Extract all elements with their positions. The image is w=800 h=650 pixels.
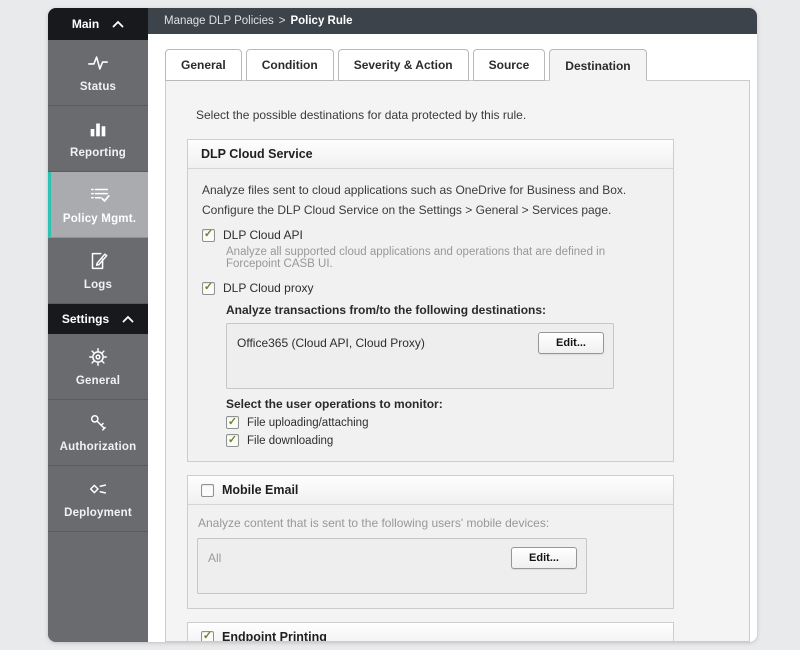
file-downloading-row: File downloading [226, 434, 659, 447]
sidebar-item-label: General [76, 375, 120, 387]
sidebar: Main Status Reporting Policy Mgmt. [48, 8, 148, 642]
tab-source[interactable]: Source [473, 49, 546, 81]
file-uploading-checkbox[interactable] [226, 416, 239, 429]
destination-tab-panel: Select the possible destinations for dat… [165, 80, 750, 642]
note-pencil-icon [87, 250, 109, 272]
dlp-cloud-api-row: DLP Cloud API [202, 228, 659, 242]
section-header: DLP Cloud Service [188, 140, 673, 169]
section-body: Analyze content that is sent to the foll… [188, 505, 673, 608]
chevron-up-icon [112, 20, 124, 28]
dlp-cloud-proxy-row: DLP Cloud proxy [202, 281, 659, 295]
section-endpoint-printing: Endpoint Printing Analyze files that are… [187, 622, 674, 642]
sidebar-item-deployment[interactable]: Deployment [48, 466, 148, 532]
sidebar-item-status[interactable]: Status [48, 40, 148, 106]
panel-intro-text: Select the possible destinations for dat… [196, 108, 749, 122]
section-title: DLP Cloud Service [201, 147, 313, 161]
section-header: Mobile Email [188, 476, 673, 505]
sidebar-item-authorization[interactable]: Authorization [48, 400, 148, 466]
mobile-devices-listbox: All Edit... [197, 538, 587, 594]
sidebar-item-label: Authorization [60, 441, 137, 453]
cloud-desc-line2: Configure the DLP Cloud Service on the S… [202, 203, 659, 217]
list-check-icon [89, 184, 111, 206]
sidebar-item-policy-mgmt[interactable]: Policy Mgmt. [48, 172, 148, 238]
activity-icon [87, 52, 109, 74]
app-window: Main Status Reporting Policy Mgmt. [48, 8, 757, 642]
user-operations-label: Select the user operations to monitor: [226, 397, 659, 411]
sidebar-item-label: Reporting [70, 147, 126, 159]
proxy-destinations-label: Analyze transactions from/to the followi… [226, 303, 659, 317]
tab-container: General Condition Severity & Action Sour… [148, 34, 757, 642]
main-area: Manage DLP Policies > Policy Rule Genera… [148, 8, 757, 642]
file-uploading-label: File uploading/attaching [247, 417, 368, 429]
file-downloading-checkbox[interactable] [226, 434, 239, 447]
sidebar-item-label: Status [80, 81, 116, 93]
sidebar-item-label: Logs [84, 279, 112, 291]
dlp-cloud-api-desc: Analyze all supported cloud applications… [226, 246, 659, 270]
sidebar-item-reporting[interactable]: Reporting [48, 106, 148, 172]
sidebar-filler [48, 532, 148, 642]
breadcrumb-parent-link[interactable]: Manage DLP Policies [164, 15, 274, 27]
file-uploading-row: File uploading/attaching [226, 416, 659, 429]
key-icon [87, 412, 109, 434]
sidebar-item-label: Policy Mgmt. [63, 213, 136, 225]
sidebar-group-main-label: Main [72, 17, 99, 31]
sidebar-group-settings-label: Settings [62, 312, 109, 326]
mobile-email-checkbox[interactable] [201, 484, 214, 497]
dlp-cloud-api-label: DLP Cloud API [223, 228, 303, 242]
edit-destinations-button[interactable]: Edit... [538, 332, 604, 354]
cloud-desc-line1: Analyze files sent to cloud applications… [202, 183, 659, 197]
breadcrumb-separator: > [279, 15, 286, 27]
tab-bar: General Condition Severity & Action Sour… [165, 49, 750, 81]
sidebar-item-label: Deployment [64, 507, 132, 519]
endpoint-printing-checkbox[interactable] [201, 631, 214, 643]
sidebar-group-main[interactable]: Main [48, 8, 148, 40]
sidebar-group-settings[interactable]: Settings [48, 304, 148, 334]
breadcrumb: Manage DLP Policies > Policy Rule [148, 8, 757, 34]
section-title: Endpoint Printing [222, 630, 327, 642]
mobile-devices-value: All [208, 547, 221, 565]
proxy-destinations-listbox: Office365 (Cloud API, Cloud Proxy) Edit.… [226, 323, 614, 389]
section-title: Mobile Email [222, 483, 298, 497]
section-header: Endpoint Printing [188, 623, 673, 642]
section-mobile-email: Mobile Email Analyze content that is sen… [187, 475, 674, 609]
file-downloading-label: File downloading [247, 435, 333, 447]
tab-destination[interactable]: Destination [549, 49, 646, 81]
deploy-icon [87, 478, 109, 500]
section-dlp-cloud-service: DLP Cloud Service Analyze files sent to … [187, 139, 674, 462]
dlp-cloud-proxy-label: DLP Cloud proxy [223, 281, 314, 295]
dlp-cloud-proxy-checkbox[interactable] [202, 282, 215, 295]
chevron-up-icon [122, 315, 134, 323]
tab-general[interactable]: General [165, 49, 242, 81]
tab-condition[interactable]: Condition [246, 49, 334, 81]
tab-severity-action[interactable]: Severity & Action [338, 49, 469, 81]
sidebar-item-general[interactable]: General [48, 334, 148, 400]
sidebar-item-logs[interactable]: Logs [48, 238, 148, 304]
gear-icon [87, 346, 109, 368]
bar-chart-icon [87, 118, 109, 140]
breadcrumb-current: Policy Rule [290, 15, 352, 27]
mobile-email-desc: Analyze content that is sent to the foll… [198, 516, 663, 530]
dlp-cloud-api-checkbox[interactable] [202, 229, 215, 242]
section-body: Analyze files sent to cloud applications… [188, 169, 673, 461]
edit-mobile-devices-button[interactable]: Edit... [511, 547, 577, 569]
proxy-destination-value: Office365 (Cloud API, Cloud Proxy) [237, 332, 425, 350]
